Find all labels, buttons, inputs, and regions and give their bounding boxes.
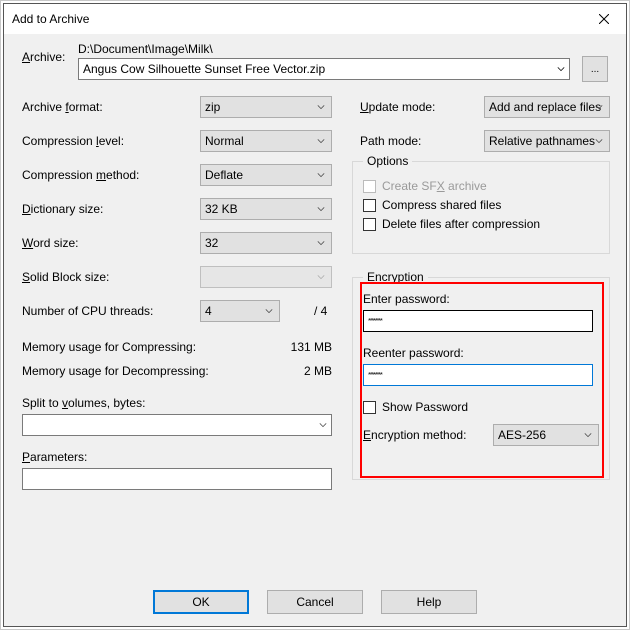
params-input[interactable] — [22, 468, 332, 490]
close-icon — [599, 14, 609, 24]
chevron-down-icon — [595, 100, 603, 114]
chevron-down-icon — [595, 134, 603, 148]
chevron-down-icon — [317, 202, 325, 216]
cancel-button[interactable]: Cancel — [267, 590, 363, 614]
window-title: Add to Archive — [12, 12, 581, 26]
dict-label: Dictionary size: — [22, 202, 103, 216]
sfx-checkbox: Create SFX archive — [363, 179, 599, 193]
chevron-down-icon — [319, 418, 327, 432]
browse-button[interactable]: ... — [582, 56, 608, 82]
level-select[interactable]: Normal — [200, 130, 332, 152]
chevron-down-icon — [557, 62, 565, 76]
chevron-down-icon — [317, 168, 325, 182]
update-label: Update mode: — [360, 100, 435, 114]
format-label: Archive format: — [22, 100, 103, 114]
chevron-down-icon — [317, 100, 325, 114]
dict-select[interactable]: 32 KB — [200, 198, 332, 220]
checkbox-icon — [363, 180, 376, 193]
solid-select — [200, 266, 332, 288]
cpu-label: Number of CPU threads: — [22, 304, 153, 318]
mem-decompress-value: 2 MB — [304, 364, 332, 378]
chevron-down-icon — [317, 270, 325, 284]
params-label: Parameters: — [22, 450, 87, 464]
archive-label: Archive: — [22, 50, 65, 64]
level-label: Compression level: — [22, 134, 124, 148]
word-select[interactable]: 32 — [200, 232, 332, 254]
options-legend: Options — [363, 154, 412, 168]
highlight-box — [360, 282, 604, 478]
delete-checkbox[interactable]: Delete files after compression — [363, 217, 599, 231]
split-label: Split to volumes, bytes: — [22, 396, 145, 410]
word-label: Word size: — [22, 236, 78, 250]
update-select[interactable]: Add and replace files — [484, 96, 610, 118]
split-input[interactable] — [22, 414, 332, 436]
cpu-select[interactable]: 4 — [200, 300, 280, 322]
path-select[interactable]: Relative pathnames — [484, 130, 610, 152]
mem-compress-value: 131 MB — [291, 340, 332, 354]
checkbox-icon — [363, 199, 376, 212]
path-label: Path mode: — [360, 134, 421, 148]
shared-checkbox[interactable]: Compress shared files — [363, 198, 599, 212]
method-select[interactable]: Deflate — [200, 164, 332, 186]
close-button[interactable] — [581, 4, 626, 34]
ok-button[interactable]: OK — [153, 590, 249, 614]
help-button[interactable]: Help — [381, 590, 477, 614]
options-group: Options Create SFX archive Compress shar… — [352, 154, 610, 254]
chevron-down-icon — [265, 304, 273, 318]
chevron-down-icon — [317, 134, 325, 148]
titlebar: Add to Archive — [4, 4, 626, 34]
solid-label: Solid Block size: — [22, 270, 109, 284]
mem-compress-label: Memory usage for Compressing: — [22, 340, 196, 354]
checkbox-icon — [363, 218, 376, 231]
footer-buttons: OK Cancel Help — [4, 590, 626, 614]
chevron-down-icon — [317, 236, 325, 250]
format-select[interactable]: zip — [200, 96, 332, 118]
method-label: Compression method: — [22, 168, 139, 182]
cpu-total: / 4 — [314, 304, 327, 318]
mem-decompress-label: Memory usage for Decompressing: — [22, 364, 209, 378]
archive-name-input[interactable]: Angus Cow Silhouette Sunset Free Vector.… — [78, 58, 570, 80]
archive-path: D:\Document\Image\Milk\ — [78, 42, 213, 56]
